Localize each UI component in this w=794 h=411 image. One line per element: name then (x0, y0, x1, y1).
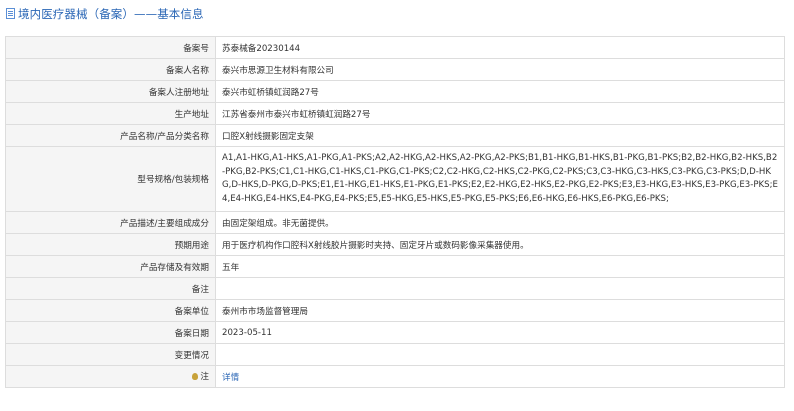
table-row: 产品名称/产品分类名称 口腔X射线摄影固定支架 (5, 124, 785, 147)
table-row: 备案单位 泰州市市场监督管理局 (5, 299, 785, 322)
label-intended-use: 预期用途 (5, 233, 216, 256)
value-registrant-name: 泰兴市思源卫生材料有限公司 (215, 58, 785, 81)
label-production-address: 生产地址 (5, 102, 216, 125)
value-intended-use: 用于医疗机构作口腔科X射线胶片摄影时夹持、固定牙片或数码影像采集器使用。 (215, 233, 785, 256)
value-record-number: 苏泰械备20230144 (215, 36, 785, 59)
value-record-unit: 泰州市市场监督管理局 (215, 299, 785, 322)
label-record-date: 备案日期 (5, 321, 216, 344)
label-product-name: 产品名称/产品分类名称 (5, 124, 216, 147)
value-product-name: 口腔X射线摄影固定支架 (215, 124, 785, 147)
label-registrant-name: 备案人名称 (5, 58, 216, 81)
table-row: 备案号 苏泰械备20230144 (5, 36, 785, 59)
label-record-unit: 备案单位 (5, 299, 216, 322)
table-row: 变更情况 (5, 343, 785, 366)
page-header: 境内医疗器械（备案）——基本信息 (0, 0, 794, 27)
table-row: 注 详情 (5, 365, 785, 388)
table-row: 预期用途 用于医疗机构作口腔科X射线胶片摄影时夹持、固定牙片或数码影像采集器使用… (5, 233, 785, 256)
label-note-cell: 注 (5, 365, 216, 388)
value-registrant-address: 泰兴市虹桥镇虹润路27号 (215, 80, 785, 103)
label-change-status: 变更情况 (5, 343, 216, 366)
details-link[interactable]: 详情 (222, 373, 239, 383)
label-product-description: 产品描述/主要组成成分 (5, 211, 216, 234)
value-product-description: 由固定架组成。非无菌提供。 (215, 211, 785, 234)
table-row: 备案日期 2023-05-11 (5, 321, 785, 344)
label-registrant-address: 备案人注册地址 (5, 80, 216, 103)
label-storage-validity: 产品存储及有效期 (5, 255, 216, 278)
value-model-spec: A1,A1-HKG,A1-HKS,A1-PKG,A1-PKS;A2,A2-HKG… (215, 146, 785, 212)
value-storage-validity: 五年 (215, 255, 785, 278)
label-record-number: 备案号 (5, 36, 216, 59)
table-row: 备注 (5, 277, 785, 300)
value-remarks (215, 277, 785, 300)
label-note: 注 (200, 372, 209, 383)
lightbulb-icon (192, 372, 199, 380)
value-production-address: 江苏省泰州市泰兴市虹桥镇虹润路27号 (215, 102, 785, 125)
document-icon (6, 8, 15, 19)
page-title: 境内医疗器械（备案）——基本信息 (18, 6, 204, 21)
label-model-spec: 型号规格/包装规格 (5, 146, 216, 212)
label-remarks: 备注 (5, 277, 216, 300)
table-row: 生产地址 江苏省泰州市泰兴市虹桥镇虹润路27号 (5, 102, 785, 125)
table-row: 产品描述/主要组成成分 由固定架组成。非无菌提供。 (5, 211, 785, 234)
value-record-date: 2023-05-11 (215, 321, 785, 344)
value-note-cell: 详情 (215, 365, 785, 388)
value-change-status (215, 343, 785, 366)
table-row: 型号规格/包装规格 A1,A1-HKG,A1-HKS,A1-PKG,A1-PKS… (5, 146, 785, 212)
table-row: 备案人名称 泰兴市思源卫生材料有限公司 (5, 58, 785, 81)
table-row: 备案人注册地址 泰兴市虹桥镇虹润路27号 (5, 80, 785, 103)
table-row: 产品存储及有效期 五年 (5, 255, 785, 278)
basic-info-table: 备案号 苏泰械备20230144 备案人名称 泰兴市思源卫生材料有限公司 备案人… (5, 36, 785, 388)
